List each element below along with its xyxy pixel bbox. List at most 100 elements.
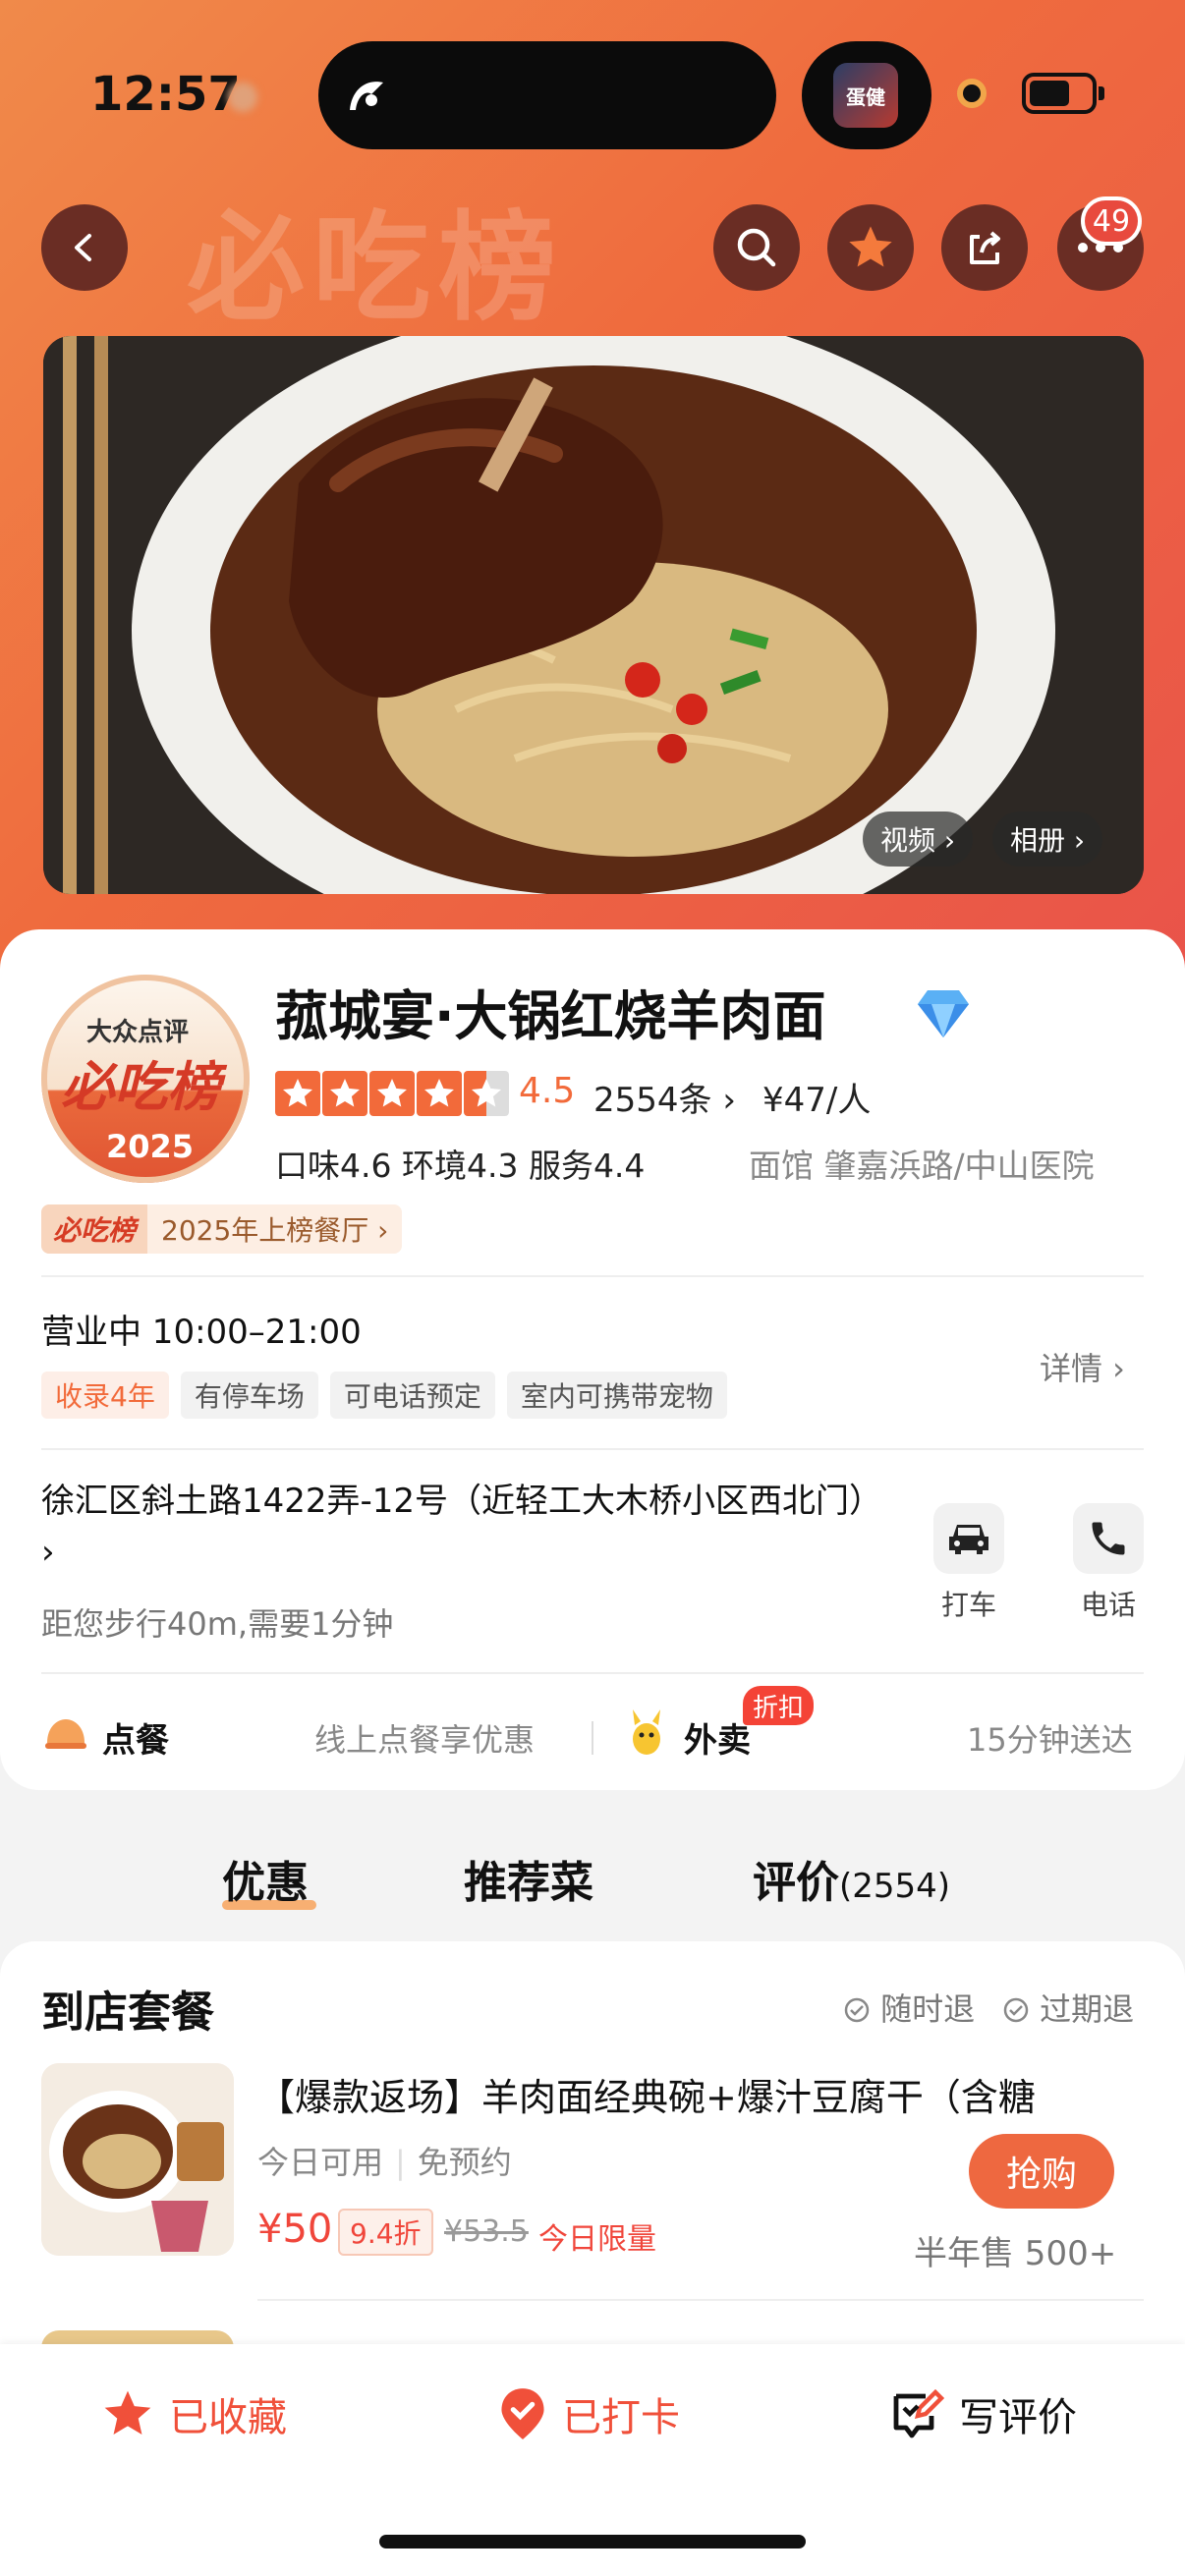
- deal-original-price: ¥53.5: [444, 2214, 529, 2249]
- live-activity-thumb: 蛋健: [833, 63, 898, 128]
- divider: [257, 2299, 1144, 2301]
- album-button[interactable]: 相册 ›: [992, 812, 1103, 867]
- deal-image[interactable]: [41, 2063, 234, 2256]
- status-time: 12:57: [90, 67, 241, 122]
- shop-photo[interactable]: [43, 336, 1144, 894]
- checked-in-button[interactable]: 已打卡: [497, 2385, 680, 2442]
- deal-combo-image: [41, 2063, 234, 2256]
- favorited-label: 已收藏: [169, 2395, 287, 2440]
- notification-badge: 49: [1081, 196, 1142, 246]
- tab-recommended[interactable]: 推荐菜: [464, 1847, 593, 1910]
- write-review-icon: [893, 2388, 945, 2438]
- divider: [41, 1275, 1144, 1277]
- dining-bell-icon: [45, 1719, 86, 1749]
- share-icon: [970, 231, 1000, 264]
- feature-tag: 收录4年: [41, 1372, 169, 1419]
- category-location: 面馆 肇嘉浜路/中山医院: [749, 1147, 1095, 1185]
- business-hours: 营业中 10:00–21:00: [41, 1313, 362, 1352]
- status-bar: 12:57 蛋健: [0, 0, 1185, 187]
- discount-badge: 折扣: [743, 1686, 815, 1725]
- logo-year: 2025: [106, 1128, 195, 1165]
- logo-title: 必吃榜: [61, 1056, 220, 1118]
- deal-limit: 今日限量: [538, 2222, 656, 2257]
- tab-reviews-label: 评价: [753, 1858, 839, 1908]
- phone-button[interactable]: [1073, 1503, 1144, 1574]
- refund-anytime-label: 随时退: [880, 1990, 976, 2028]
- car-icon: [949, 1525, 988, 1554]
- search-icon: [737, 228, 776, 267]
- write-review-label: 写评价: [959, 2395, 1077, 2440]
- deal-price: ¥50: [257, 2207, 333, 2252]
- taxi-button[interactable]: [933, 1503, 1004, 1574]
- app-activity-icon: [350, 82, 383, 110]
- header-watermark: 必吃榜: [187, 200, 564, 337]
- phone-label: 电话: [1081, 1589, 1137, 1621]
- feature-tag: 室内可携带宠物: [506, 1372, 727, 1419]
- taxi-label: 打车: [941, 1589, 997, 1621]
- star-icon: [417, 1071, 462, 1116]
- noodle-dish-image: [43, 336, 1144, 894]
- star-icon: [369, 1071, 415, 1116]
- live-activity[interactable]: 蛋健: [802, 41, 931, 149]
- back-icon: [75, 234, 91, 261]
- status-blur-dot: [228, 83, 257, 112]
- order-label[interactable]: 点餐: [102, 1713, 169, 1762]
- ranking-badge-logo: 必吃榜: [41, 1204, 148, 1254]
- deal-availability-day: 今日可用: [257, 2144, 384, 2181]
- tab-reviews[interactable]: 评价(2554): [753, 1847, 950, 1910]
- diamond-crown-icon: [918, 990, 969, 1037]
- shop-address[interactable]: 徐汇区斜土路1422弄-12号（近轻工大木桥小区西北门） ›: [41, 1476, 886, 1578]
- star-icon: [849, 226, 892, 267]
- recording-indicator-icon: [957, 79, 987, 108]
- kangaroo-mascot-icon: [633, 1709, 660, 1755]
- rating-score: 4.5: [519, 1071, 576, 1111]
- price-per-person: ¥47/人: [762, 1081, 872, 1120]
- dynamic-island: [318, 41, 776, 149]
- search-button[interactable]: [713, 204, 800, 291]
- write-review-button[interactable]: 写评价: [890, 2385, 1077, 2442]
- favorited-button[interactable]: 已收藏: [100, 2385, 287, 2442]
- feature-tag: 有停车场: [180, 1372, 318, 1419]
- star-icon: [322, 1071, 367, 1116]
- tab-deals[interactable]: 优惠: [222, 1847, 309, 1910]
- rating-stars: [275, 1071, 509, 1118]
- deal-discount: 9.4折: [338, 2209, 433, 2256]
- share-button[interactable]: [941, 204, 1028, 291]
- star-icon: [275, 1071, 320, 1116]
- video-button[interactable]: 视频 ›: [863, 812, 974, 867]
- battery-cap: [1099, 86, 1104, 100]
- shop-name: 菰城宴·大锅红烧羊肉面: [275, 985, 826, 1047]
- phone-icon: [1092, 1522, 1125, 1555]
- divider: [41, 1672, 1144, 1674]
- walking-distance: 距您步行40m,需要1分钟: [41, 1605, 394, 1643]
- deals-title: 到店套餐: [41, 1988, 214, 2038]
- refund-expired: 过期退: [1002, 1985, 1134, 2030]
- deal-availability: 今日可用 | 免预约: [257, 2144, 512, 2181]
- ranking-badge-text: 2025年上榜餐厅 ›: [161, 1214, 389, 1247]
- review-count-link[interactable]: 2554条 ›: [593, 1073, 736, 1121]
- ranking-badge[interactable]: 必吃榜 2025年上榜餐厅 ›: [41, 1204, 403, 1254]
- back-button[interactable]: [41, 204, 128, 291]
- divider: [41, 1448, 1144, 1450]
- favorite-button[interactable]: [827, 204, 914, 291]
- home-indicator: [379, 2535, 806, 2548]
- battery-icon: [1022, 73, 1097, 114]
- details-link[interactable]: 详情 ›: [1040, 1344, 1125, 1389]
- half-star-icon: [464, 1071, 509, 1116]
- deal-booking: 免预约: [417, 2144, 512, 2181]
- refund-anytime: 随时退: [843, 1985, 975, 2030]
- tab-reviews-count: (2554): [839, 1867, 951, 1906]
- deal-sold-count: 半年售 500+: [914, 2234, 1117, 2273]
- location-check-icon: [501, 2388, 544, 2439]
- deal-name[interactable]: 【爆款返场】羊肉面经典碗+爆汁豆腐干（含糖: [257, 2067, 1142, 2121]
- order-desc: 线上点餐享优惠: [314, 1721, 536, 1759]
- buy-button[interactable]: 抢购: [969, 2134, 1114, 2209]
- check-circle-icon: [844, 1997, 870, 2023]
- checked-in-label: 已打卡: [562, 2395, 680, 2440]
- takeout-desc: 15分钟送达: [967, 1721, 1133, 1759]
- star-filled-icon: [104, 2390, 151, 2435]
- separator: [592, 1721, 593, 1755]
- refund-expired-label: 过期退: [1040, 1990, 1135, 2028]
- feature-tags: 收录4年 有停车场 可电话预定 室内可携带宠物: [41, 1372, 727, 1419]
- takeout-label[interactable]: 外卖: [684, 1713, 751, 1762]
